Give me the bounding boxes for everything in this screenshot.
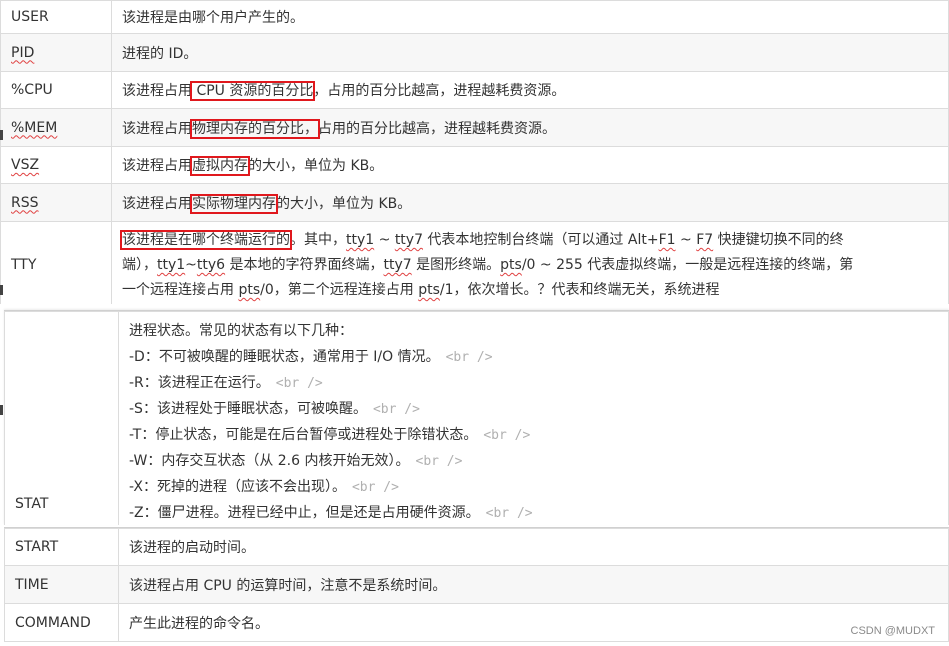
- field-desc: 进程状态。常见的状态有以下几种： -D：不可被唤醒的睡眠状态，通常用于 I/O …: [118, 311, 949, 525]
- table-row: TTY 该进程是在哪个终端运行的。其中，tty1 ~ tty7 代表本地控制台终…: [0, 221, 949, 304]
- edge-mark: [0, 285, 3, 295]
- field-key: STAT: [4, 311, 119, 525]
- field-key: %CPU: [0, 71, 112, 109]
- table-row: TIME 该进程占用 CPU 的运算时间，注意不是系统时间。: [4, 565, 949, 604]
- field-desc: 该进程是由哪个用户产生的。: [111, 0, 949, 34]
- table-row: STAT 进程状态。常见的状态有以下几种： -D：不可被唤醒的睡眠状态，通常用于…: [4, 311, 949, 525]
- table-row: COMMAND 产生此进程的命令名。: [4, 603, 949, 642]
- edge-mark: [0, 130, 3, 140]
- highlight-box: 物理内存的百分比，: [190, 118, 320, 139]
- table-row: USER 该进程是由哪个用户产生的。: [0, 0, 949, 34]
- highlight-box: CPU 资源的百分比: [189, 81, 316, 101]
- field-desc: 产生此进程的命令名。: [118, 603, 949, 642]
- field-desc: 该进程占用实际物理内存的大小，单位为 KB。: [111, 183, 949, 222]
- field-key: START: [4, 528, 119, 566]
- edge-mark: [0, 405, 3, 415]
- field-desc: 该进程占用 CPU 资源的百分比，占用的百分比越高，进程越耗费资源。: [111, 71, 949, 109]
- table-row: %CPU 该进程占用 CPU 资源的百分比，占用的百分比越高，进程越耗费资源。: [0, 71, 949, 109]
- ps-fields-table-top: USER 该进程是由哪个用户产生的。 PID 进程的 ID。 %CPU 该进程占…: [0, 0, 949, 304]
- field-desc: 该进程是在哪个终端运行的。其中，tty1 ~ tty7 代表本地控制台终端（可以…: [111, 221, 949, 304]
- highlight-box: 该进程是在哪个终端运行的: [120, 230, 292, 250]
- field-key: TTY: [0, 221, 112, 304]
- table-row: START 该进程的启动时间。: [4, 528, 949, 566]
- field-key: PID: [11, 44, 35, 61]
- field-key: COMMAND: [4, 603, 119, 642]
- field-key: RSS: [11, 194, 39, 211]
- fields-table: START 该进程的启动时间。 TIME 该进程占用 CPU 的运算时间，注意不…: [4, 528, 949, 642]
- watermark: CSDN @MUDXT: [850, 625, 936, 637]
- field-desc: 该进程占用物理内存的百分比，占用的百分比越高，进程越耗费资源。: [111, 108, 949, 147]
- field-key: %MEM: [11, 119, 58, 136]
- field-key: USER: [0, 0, 112, 34]
- ps-fields-table-stat: STAT 进程状态。常见的状态有以下几种： -D：不可被唤醒的睡眠状态，通常用于…: [4, 310, 949, 525]
- table-row: %MEM 该进程占用物理内存的百分比，占用的百分比越高，进程越耗费资源。: [0, 108, 949, 147]
- field-key: VSZ: [11, 157, 40, 173]
- field-desc: 该进程占用 CPU 的运算时间，注意不是系统时间。: [118, 565, 949, 604]
- field-desc: 该进程占用虚拟内存的大小，单位为 KB。: [111, 146, 949, 184]
- table-row: PID 进程的 ID。: [0, 33, 949, 72]
- field-desc: 该进程的启动时间。: [118, 528, 949, 566]
- table-row: VSZ 该进程占用虚拟内存的大小，单位为 KB。: [0, 146, 949, 184]
- table-row: RSS 该进程占用实际物理内存的大小，单位为 KB。: [0, 183, 949, 222]
- fields-table: STAT 进程状态。常见的状态有以下几种： -D：不可被唤醒的睡眠状态，通常用于…: [4, 311, 949, 525]
- highlight-box: 实际物理内存: [190, 193, 278, 214]
- field-key: TIME: [4, 565, 119, 604]
- ps-fields-table-bottom: START 该进程的启动时间。 TIME 该进程占用 CPU 的运算时间，注意不…: [4, 527, 949, 646]
- highlight-box: 虚拟内存: [190, 156, 250, 176]
- fields-table: USER 该进程是由哪个用户产生的。 PID 进程的 ID。 %CPU 该进程占…: [0, 0, 949, 304]
- field-desc: 进程的 ID。: [111, 33, 949, 72]
